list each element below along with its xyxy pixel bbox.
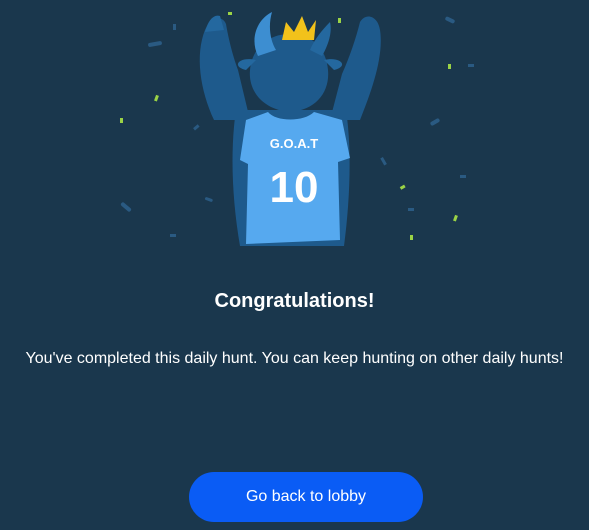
completion-message: You've completed this daily hunt. You ca… [25,350,564,367]
goat-mascot-illustration: G.O.A.T 10 [120,12,474,246]
back-to-lobby-button[interactable]: Go back to lobby [189,472,423,522]
completion-screen: G.O.A.T 10 Congratulations! You've compl… [0,0,589,530]
jersey-text: G.O.A.T [270,136,318,151]
jersey: G.O.A.T 10 [240,112,350,244]
crown-icon [282,16,316,40]
congrats-title: Congratulations! [214,290,375,312]
jersey-number: 10 [270,163,319,212]
